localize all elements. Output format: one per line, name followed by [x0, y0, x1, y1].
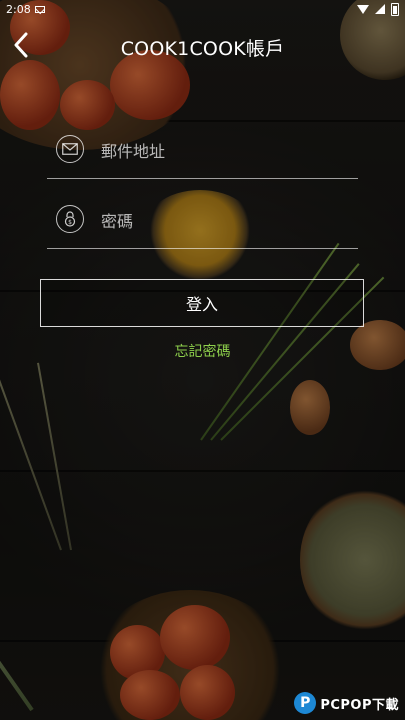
- envelope-icon: [56, 135, 84, 163]
- app-header: COOK1COOK帳戶: [0, 26, 405, 66]
- status-right: [357, 2, 399, 16]
- email-field-container: [47, 123, 358, 179]
- login-button[interactable]: 登入: [40, 279, 364, 327]
- watermark: P PCPOP下載: [294, 692, 399, 714]
- watermark-logo-icon: P: [294, 692, 317, 714]
- svg-text:$: $: [68, 219, 72, 226]
- notification-mail-icon: [34, 5, 45, 13]
- page-title: COOK1COOK帳戶: [120, 38, 285, 60]
- password-field-container: $: [47, 193, 358, 249]
- wifi-icon: [357, 4, 369, 14]
- battery-icon: [391, 2, 399, 16]
- watermark-text: PCPOP下載: [320, 697, 399, 713]
- forgot-password-link[interactable]: 忘記密碼: [0, 341, 405, 361]
- status-left: 2:08: [6, 3, 45, 16]
- signal-icon: [375, 4, 385, 14]
- status-bar: 2:08: [0, 0, 405, 18]
- status-time: 2:08: [6, 2, 31, 16]
- password-field[interactable]: [99, 207, 343, 235]
- email-field[interactable]: [99, 137, 343, 165]
- lock-icon: $: [56, 205, 84, 233]
